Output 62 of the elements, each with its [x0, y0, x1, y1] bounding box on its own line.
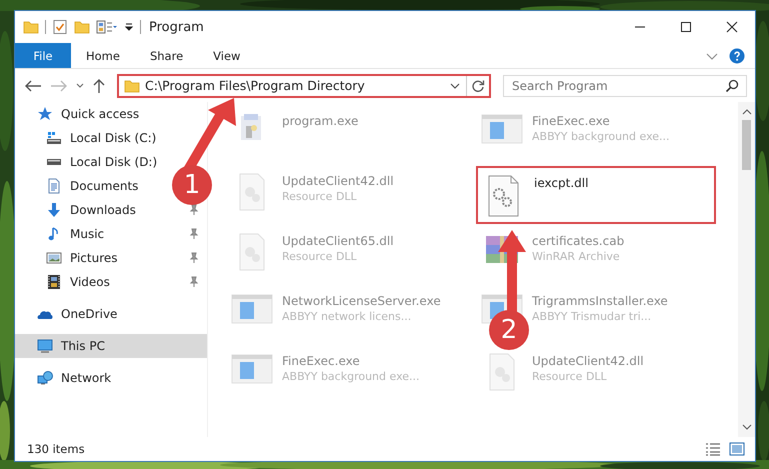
close-icon	[726, 21, 738, 33]
film-strip-icon	[46, 274, 62, 290]
picture-frame-icon	[46, 250, 62, 266]
drive-icon	[46, 158, 62, 166]
scroll-up-icon[interactable]	[742, 108, 752, 116]
network-icon	[37, 370, 53, 386]
file-type: Resource DLL	[532, 370, 608, 383]
help-icon[interactable]	[729, 48, 745, 64]
pin-icon[interactable]	[189, 252, 199, 264]
window-app-icon[interactable]	[230, 352, 274, 386]
back-icon[interactable]	[23, 78, 43, 94]
folder-icon[interactable]	[74, 19, 90, 35]
maximize-icon	[680, 21, 692, 33]
pin-icon[interactable]	[189, 276, 199, 288]
file-type: ABBYY background exe...	[282, 370, 420, 383]
monitor-icon	[37, 338, 53, 354]
checklist-icon[interactable]	[52, 19, 68, 35]
star-icon	[37, 106, 53, 122]
sidebar-item[interactable]: Local Disk (D:)	[15, 150, 162, 174]
sidebar-item[interactable]: Pictures	[15, 246, 207, 270]
file-type: Resource DLL	[282, 250, 358, 263]
window-app-icon[interactable]	[480, 112, 524, 146]
file-type: ABBYY network licens...	[282, 310, 412, 323]
sidebar-item[interactable]: Quick access	[15, 102, 144, 126]
pin-icon[interactable]	[189, 228, 199, 240]
search-icon[interactable]	[725, 78, 739, 92]
sidebar-item[interactable]: Music	[15, 222, 207, 246]
sidebar-item[interactable]: Network	[15, 366, 116, 390]
refresh-icon[interactable]	[471, 78, 485, 92]
sidebar-item[interactable]: Local Disk (C:)	[15, 126, 160, 150]
forward-icon[interactable]	[49, 78, 69, 94]
sidebar-item[interactable]: Videos	[15, 270, 207, 294]
drive-icon	[46, 130, 62, 146]
sidebar-item[interactable]: This PC	[15, 334, 207, 358]
sidebar-item[interactable]: OneDrive	[15, 302, 122, 326]
address-bar[interactable]: C:\Program Files\Program Directory	[117, 74, 491, 98]
search-field[interactable]: Search Program	[503, 74, 747, 96]
properties-icon[interactable]	[96, 19, 118, 35]
pin-icon[interactable]	[189, 204, 199, 216]
details-view-icon[interactable]	[705, 442, 721, 456]
download-arrow-icon	[46, 202, 62, 218]
ribbon-tab[interactable]: View	[198, 43, 256, 68]
window-title: Program	[149, 20, 205, 34]
file-type: ABBYY background exe...	[532, 130, 670, 143]
scrollbar-thumb[interactable]	[742, 120, 751, 170]
file-type: Resource DLL	[282, 190, 358, 203]
ribbon-tab[interactable]: Share	[134, 43, 198, 68]
document-icon	[46, 178, 62, 194]
folder-icon[interactable]	[23, 19, 39, 35]
scroll-down-icon[interactable]	[742, 423, 752, 431]
item-count: 130 items	[27, 442, 85, 456]
address-path: C:\Program Files\Program Directory	[145, 78, 366, 93]
file-type: WinRAR Archive	[532, 250, 621, 263]
window-app-icon[interactable]	[230, 292, 274, 326]
large-icons-view-icon[interactable]	[729, 442, 745, 456]
ribbon-tab[interactable]: Home	[71, 43, 135, 68]
up-icon[interactable]	[91, 78, 107, 94]
file-menu-tab[interactable]: File	[15, 43, 71, 68]
file-type: ABBYY Trismudar tri...	[532, 310, 652, 323]
file-name[interactable]: iexcpt.dll	[534, 176, 588, 190]
folder-icon	[124, 78, 140, 94]
sidebar-item[interactable]: Documents	[15, 174, 142, 198]
